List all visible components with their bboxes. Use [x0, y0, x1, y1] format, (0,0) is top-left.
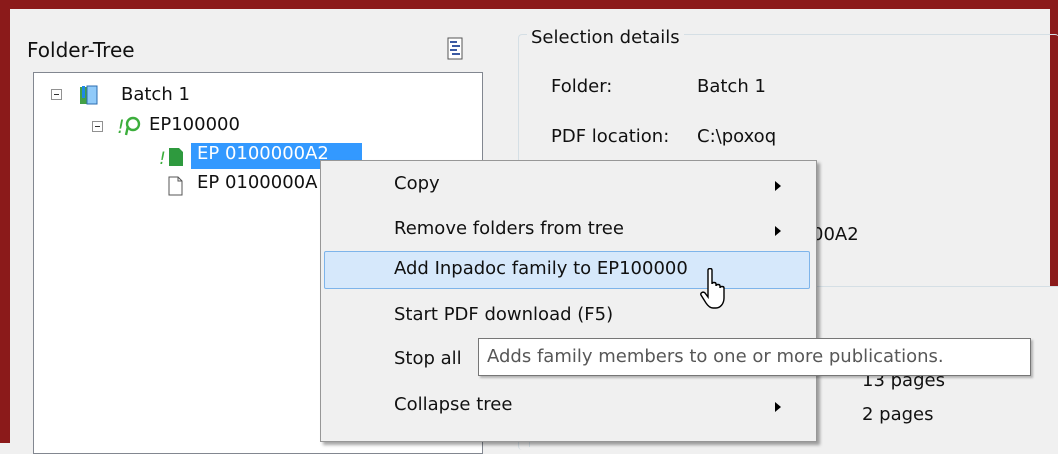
mouse-cursor-icon	[700, 268, 725, 309]
submenu-arrow-icon	[775, 226, 781, 236]
window-border-left	[0, 0, 10, 443]
pages-count-2: 2 pages	[862, 404, 934, 425]
menu-item-label: Collapse tree	[394, 394, 513, 415]
menu-item-label: Remove folders from tree	[394, 218, 624, 239]
submenu-arrow-icon	[775, 181, 781, 191]
svg-text:!: !	[159, 149, 166, 168]
context-menu: Copy Remove folders from tree Add Inpado…	[320, 160, 817, 442]
tree-node-batch-1[interactable]: Batch 1	[121, 84, 190, 105]
menu-item-label: Start PDF download (F5)	[394, 304, 614, 325]
tooltip: Adds family members to one or more publi…	[478, 338, 1031, 376]
folder-label: Folder:	[551, 76, 613, 97]
collapse-batch-toggle[interactable]	[51, 89, 62, 100]
green-document-icon: !	[159, 148, 183, 168]
batch-book-icon	[80, 85, 98, 105]
publication-value-partial: 00A2	[812, 224, 859, 245]
menu-item-remove-folders[interactable]: Remove folders from tree	[321, 211, 816, 249]
family-green-icon: !	[117, 116, 141, 138]
folder-value: Batch 1	[697, 76, 766, 97]
folder-tree-title: Folder-Tree	[27, 38, 135, 62]
tree-options-icon[interactable]	[447, 36, 465, 62]
menu-item-label: Add Inpadoc family to EP100000	[394, 258, 688, 279]
tree-node-ep0100000a2[interactable]: EP 0100000A2	[197, 143, 329, 164]
menu-item-label: Copy	[394, 173, 440, 194]
pdf-location-value: C:\poxoq	[697, 126, 777, 147]
window-border-top	[0, 0, 1058, 9]
menu-item-start-pdf-download[interactable]: Start PDF download (F5)	[321, 297, 816, 335]
selection-details-title: Selection details	[527, 27, 684, 48]
white-document-icon	[168, 176, 183, 196]
pdf-location-label: PDF location:	[551, 126, 670, 147]
menu-item-copy[interactable]: Copy	[321, 166, 816, 204]
tree-node-ep0100000a[interactable]: EP 0100000A	[197, 172, 317, 193]
svg-text:!: !	[117, 116, 125, 138]
tree-node-ep100000[interactable]: EP100000	[149, 114, 240, 135]
collapse-family-toggle[interactable]	[92, 121, 103, 132]
menu-item-label: Stop all	[394, 348, 462, 369]
tooltip-text: Adds family members to one or more publi…	[487, 346, 944, 367]
menu-item-collapse-tree[interactable]: Collapse tree	[321, 387, 816, 425]
menu-item-add-inpadoc-family[interactable]: Add Inpadoc family to EP100000	[321, 251, 816, 289]
submenu-arrow-icon	[775, 402, 781, 412]
